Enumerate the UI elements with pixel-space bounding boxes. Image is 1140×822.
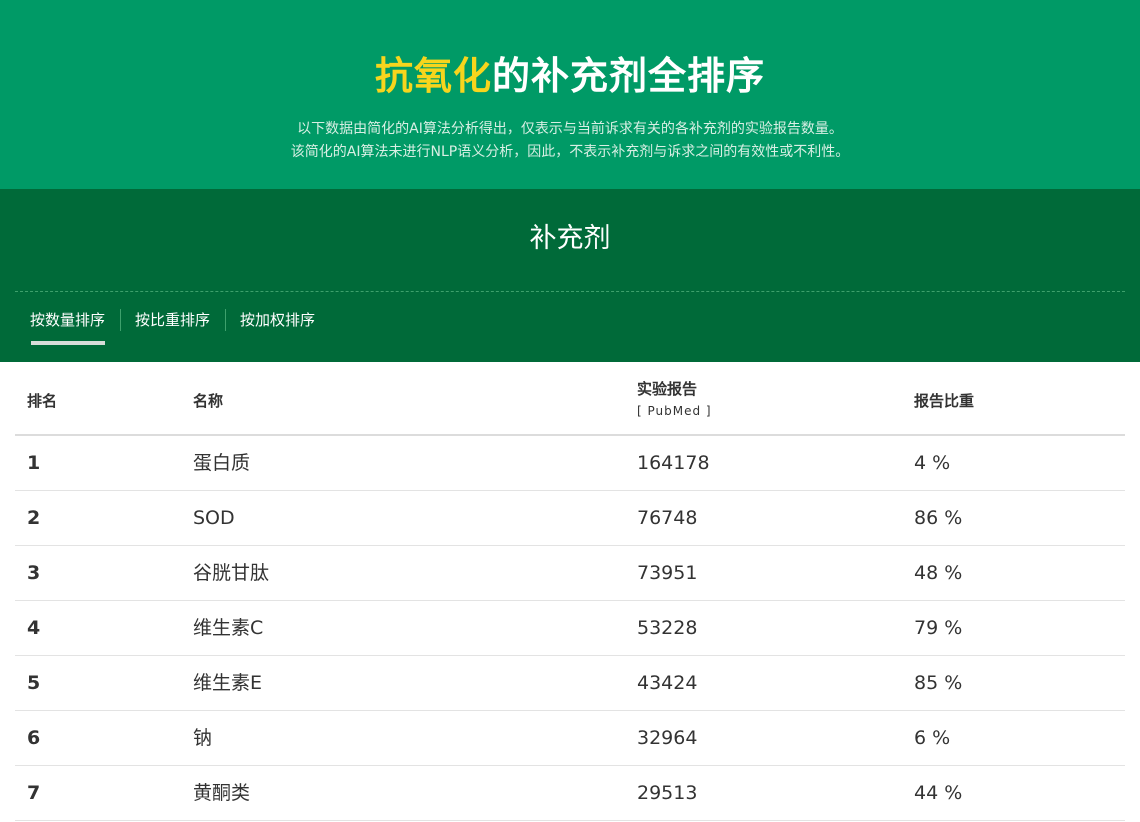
header-reports-source: [ PubMed ] bbox=[637, 404, 712, 418]
cell-rank: 3 bbox=[27, 562, 41, 584]
cell-rank: 2 bbox=[27, 507, 41, 529]
cell-ratio: 44 % bbox=[914, 782, 963, 804]
cell-ratio: 6 % bbox=[914, 727, 951, 749]
cell-name: 蛋白质 bbox=[193, 452, 251, 474]
cell-reports: 43424 bbox=[637, 672, 698, 694]
table-row[interactable]: 4 维生素C 53228 79 % bbox=[15, 601, 1125, 656]
cell-ratio: 4 % bbox=[914, 452, 951, 474]
cell-ratio: 79 % bbox=[914, 617, 963, 639]
hero-description-line-1: 以下数据由简化的AI算法分析得出，仅表示与当前诉求有关的各补充剂的实验报告数量。 bbox=[297, 121, 843, 137]
cell-name: SOD bbox=[193, 507, 235, 529]
table-row[interactable]: 1 蛋白质 164178 4 % bbox=[15, 436, 1125, 491]
table-row[interactable]: 2 SOD 76748 86 % bbox=[15, 491, 1125, 546]
tab-sort-by-ratio[interactable]: 按比重排序 bbox=[120, 305, 225, 335]
cell-name: 钠 bbox=[193, 727, 213, 749]
cell-name: 维生素C bbox=[193, 617, 264, 639]
table-row[interactable]: 3 谷胱甘肽 73951 48 % bbox=[15, 546, 1125, 601]
header-reports: 实验报告 bbox=[637, 380, 698, 398]
sort-tabs: 按数量排序 按比重排序 按加权排序 bbox=[15, 305, 330, 345]
supplement-ranking-table: 排名 名称 实验报告 [ PubMed ] 报告比重 1 蛋白质 164178 4 %… bbox=[15, 362, 1125, 821]
cell-ratio: 48 % bbox=[914, 562, 963, 584]
cell-ratio: 86 % bbox=[914, 507, 963, 529]
dashed-divider bbox=[15, 291, 1125, 292]
title-rest: 的补充剂全排序 bbox=[492, 54, 766, 98]
tab-sort-by-count[interactable]: 按数量排序 bbox=[15, 305, 120, 345]
header-rank: 排名 bbox=[27, 392, 58, 410]
cell-rank: 7 bbox=[27, 782, 41, 804]
cell-rank: 1 bbox=[27, 452, 41, 474]
cell-reports: 29513 bbox=[637, 782, 698, 804]
table-row[interactable]: 7 黄酮类 29513 44 % bbox=[15, 766, 1125, 821]
table-header: 排名 名称 实验报告 [ PubMed ] 报告比重 bbox=[15, 362, 1125, 436]
cell-rank: 5 bbox=[27, 672, 41, 694]
cell-name: 维生素E bbox=[193, 672, 263, 694]
hero-description-line-2: 该简化的AI算法未进行NLP语义分析，因此，不表示补充剂与诉求之间的有效性或不利… bbox=[290, 144, 850, 160]
cell-rank: 4 bbox=[27, 617, 41, 639]
tab-sort-by-weighted[interactable]: 按加权排序 bbox=[225, 305, 330, 335]
table-row[interactable]: 6 钠 32964 6 % bbox=[15, 711, 1125, 766]
hero-description: 以下数据由简化的AI算法分析得出，仅表示与当前诉求有关的各补充剂的实验报告数量。… bbox=[0, 118, 1140, 164]
cell-reports: 53228 bbox=[637, 617, 698, 639]
cell-name: 谷胱甘肽 bbox=[193, 562, 270, 584]
header-ratio: 报告比重 bbox=[914, 392, 975, 410]
cell-reports: 32964 bbox=[637, 727, 698, 749]
section-title: 补充剂 bbox=[529, 223, 611, 254]
page-title: 抗氧化的补充剂全排序 bbox=[0, 50, 1140, 102]
title-highlight: 抗氧化 bbox=[374, 54, 492, 98]
header-name: 名称 bbox=[193, 392, 224, 410]
cell-name: 黄酮类 bbox=[193, 782, 251, 804]
hero-banner: 抗氧化的补充剂全排序 以下数据由简化的AI算法分析得出，仅表示与当前诉求有关的各… bbox=[0, 0, 1140, 189]
table-row[interactable]: 5 维生素E 43424 85 % bbox=[15, 656, 1125, 711]
cell-reports: 73951 bbox=[637, 562, 698, 584]
cell-reports: 164178 bbox=[637, 452, 710, 474]
cell-rank: 6 bbox=[27, 727, 41, 749]
cell-ratio: 85 % bbox=[914, 672, 963, 694]
table-body: 1 蛋白质 164178 4 % 2 SOD 76748 86 % 3 谷胱甘肽 73951 48 %… bbox=[15, 436, 1125, 821]
cell-reports: 76748 bbox=[637, 507, 698, 529]
supplement-section-header: 补充剂 按数量排序 按比重排序 按加权排序 bbox=[0, 189, 1140, 362]
